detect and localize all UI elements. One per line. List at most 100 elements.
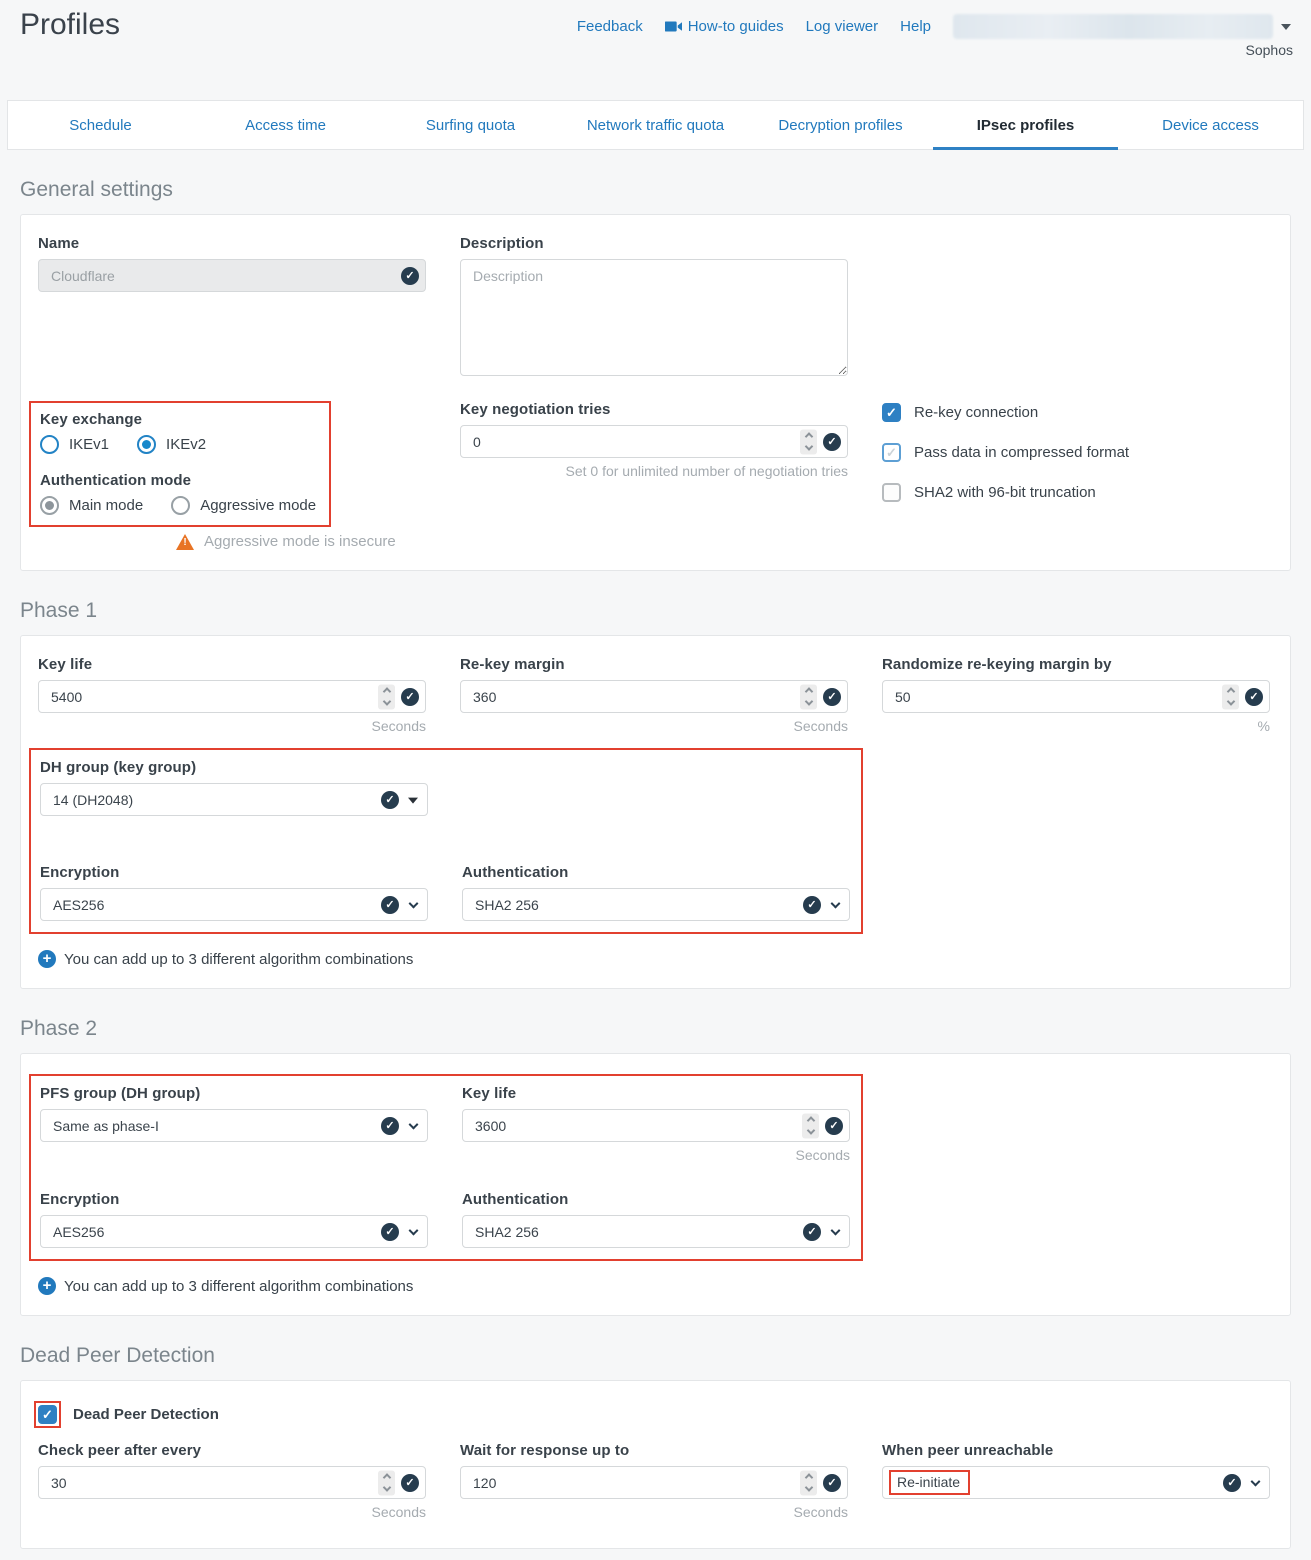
radio-main-mode-label: Main mode	[69, 497, 143, 514]
aggressive-mode-warning: ! Aggressive mode is insecure	[176, 533, 426, 550]
checkbox-rekey-connection-box[interactable]: ✓	[882, 403, 901, 422]
radio-aggressive-mode[interactable]: Aggressive mode	[171, 496, 316, 515]
checkbox-compressed-format-label: Pass data in compressed format	[914, 444, 1129, 461]
description-input[interactable]	[460, 259, 848, 376]
radio-ikev2-label: IKEv2	[166, 436, 206, 453]
chevron-down-icon	[1281, 24, 1291, 30]
key-negotiation-input[interactable]	[460, 425, 848, 458]
feedback-link-label: Feedback	[577, 18, 643, 35]
radio-aggressive-mode-dot[interactable]	[171, 496, 190, 515]
dpd-wait-response-input[interactable]	[460, 1466, 848, 1499]
radio-ikev1[interactable]: IKEv1	[40, 435, 109, 454]
chevron-down-icon	[409, 1119, 419, 1129]
howto-guides-link[interactable]: How-to guides	[665, 18, 784, 35]
p1-key-life-input[interactable]	[38, 680, 426, 713]
account-name-redacted	[953, 14, 1273, 39]
tab-schedule[interactable]: Schedule	[8, 101, 193, 149]
tab-ipsec-profiles[interactable]: IPsec profiles	[933, 101, 1118, 149]
chevron-down-icon	[831, 898, 841, 908]
tab-decryption-profiles[interactable]: Decryption profiles	[748, 101, 933, 149]
valid-check-icon: ✓	[1223, 1474, 1241, 1492]
highlight-box-phase2-algorithms: PFS group (DH group) Same as phase-I ✓ K…	[29, 1074, 863, 1261]
tab-network-traffic-quota[interactable]: Network traffic quota	[563, 101, 748, 149]
account-selector[interactable]	[953, 14, 1291, 39]
dpd-card: ✓ Dead Peer Detection Check peer after e…	[20, 1380, 1291, 1549]
p1-encryption-select[interactable]: AES256 ✓	[40, 888, 428, 921]
checkbox-sha2-truncation[interactable]: ✓ SHA2 with 96-bit truncation	[882, 483, 1270, 502]
p1-encryption-value: AES256	[53, 897, 104, 913]
page-title: Profiles	[20, 8, 120, 42]
p1-dh-group-select[interactable]: 14 (DH2048) ✓	[40, 783, 428, 816]
tab-device-access[interactable]: Device access	[1118, 101, 1303, 149]
radio-ikev2[interactable]: IKEv2	[137, 435, 206, 454]
checkbox-sha2-truncation-box[interactable]: ✓	[882, 483, 901, 502]
p1-authentication-select[interactable]: SHA2 256 ✓	[462, 888, 850, 921]
radio-main-mode-dot[interactable]	[40, 496, 59, 515]
video-camera-icon	[665, 20, 682, 33]
highlight-box-phase1-algorithms: DH group (key group) 14 (DH2048) ✓ Encry…	[29, 748, 863, 934]
spinner-control[interactable]	[378, 1470, 395, 1495]
radio-ikev1-dot[interactable]	[40, 435, 59, 454]
p2-key-life-input[interactable]	[462, 1109, 850, 1142]
description-label: Description	[460, 235, 848, 252]
feedback-link[interactable]: Feedback	[577, 18, 643, 35]
howto-guides-link-label: How-to guides	[688, 18, 784, 35]
p1-add-combination-text: You can add up to 3 different algorithm …	[64, 951, 413, 968]
general-settings-card: Name ✓ Description Key exchange	[20, 214, 1291, 571]
valid-check-icon: ✓	[381, 791, 399, 809]
name-input[interactable]	[38, 259, 426, 292]
p1-encryption-label: Encryption	[40, 864, 428, 881]
phase1-heading: Phase 1	[20, 599, 1291, 623]
spinner-control[interactable]	[1222, 684, 1239, 709]
checkbox-compressed-format[interactable]: ✓ Pass data in compressed format	[882, 443, 1270, 462]
valid-check-icon: ✓	[381, 896, 399, 914]
p1-randomize-input[interactable]	[882, 680, 1270, 713]
p1-rekey-margin-input[interactable]	[460, 680, 848, 713]
tab-bar: Schedule Access time Surfing quota Netwo…	[7, 100, 1304, 150]
dpd-when-unreachable-value: Re-initiate	[897, 1474, 960, 1490]
phase2-heading: Phase 2	[20, 1017, 1291, 1041]
dpd-when-unreachable-select[interactable]: Re-initiate ✓	[882, 1466, 1270, 1499]
spinner-control[interactable]	[800, 1470, 817, 1495]
spinner-control[interactable]	[802, 1113, 819, 1138]
log-viewer-link[interactable]: Log viewer	[806, 18, 879, 35]
p1-randomize-label: Randomize re-keying margin by	[882, 656, 1270, 673]
highlight-box-reinitiate: Re-initiate	[889, 1470, 970, 1495]
key-negotiation-help: Set 0 for unlimited number of negotiatio…	[460, 463, 848, 479]
valid-check-icon: ✓	[803, 896, 821, 914]
dpd-check-peer-input[interactable]	[38, 1466, 426, 1499]
p2-encryption-select[interactable]: AES256 ✓	[40, 1215, 428, 1248]
checkbox-compressed-format-box[interactable]: ✓	[882, 443, 901, 462]
p1-dh-group-value: 14 (DH2048)	[53, 792, 133, 808]
phase1-card: Key life ✓ Seconds Re-key margin ✓ Secon…	[20, 635, 1291, 989]
valid-check-icon: ✓	[381, 1223, 399, 1241]
radio-main-mode[interactable]: Main mode	[40, 496, 143, 515]
dpd-check-peer-label: Check peer after every	[38, 1442, 426, 1459]
radio-ikev2-dot[interactable]	[137, 435, 156, 454]
spinner-control[interactable]	[800, 429, 817, 454]
valid-check-icon: ✓	[823, 433, 841, 451]
p2-key-life-label: Key life	[462, 1085, 850, 1102]
brand-label: Sophos	[1246, 42, 1293, 58]
p2-encryption-label: Encryption	[40, 1191, 428, 1208]
name-label: Name	[38, 235, 426, 252]
help-link[interactable]: Help	[900, 18, 931, 35]
p2-pfs-group-select[interactable]: Same as phase-I ✓	[40, 1109, 428, 1142]
p2-add-combination-text: You can add up to 3 different algorithm …	[64, 1278, 413, 1295]
checkbox-dpd-box[interactable]: ✓	[38, 1405, 57, 1424]
checkbox-rekey-connection[interactable]: ✓ Re-key connection	[882, 403, 1270, 422]
general-settings-heading: General settings	[20, 178, 1291, 202]
tab-access-time[interactable]: Access time	[193, 101, 378, 149]
valid-check-icon: ✓	[825, 1117, 843, 1135]
p1-key-life-label: Key life	[38, 656, 426, 673]
p2-authentication-select[interactable]: SHA2 256 ✓	[462, 1215, 850, 1248]
main-content: General settings Name ✓ Description Key …	[0, 178, 1311, 1549]
spinner-control[interactable]	[378, 684, 395, 709]
p1-key-life-unit: Seconds	[38, 718, 426, 734]
tab-surfing-quota[interactable]: Surfing quota	[378, 101, 563, 149]
plus-circle-icon[interactable]: +	[38, 1277, 56, 1295]
dpd-wait-response-label: Wait for response up to	[460, 1442, 848, 1459]
radio-aggressive-mode-label: Aggressive mode	[200, 497, 316, 514]
plus-circle-icon[interactable]: +	[38, 950, 56, 968]
spinner-control[interactable]	[800, 684, 817, 709]
